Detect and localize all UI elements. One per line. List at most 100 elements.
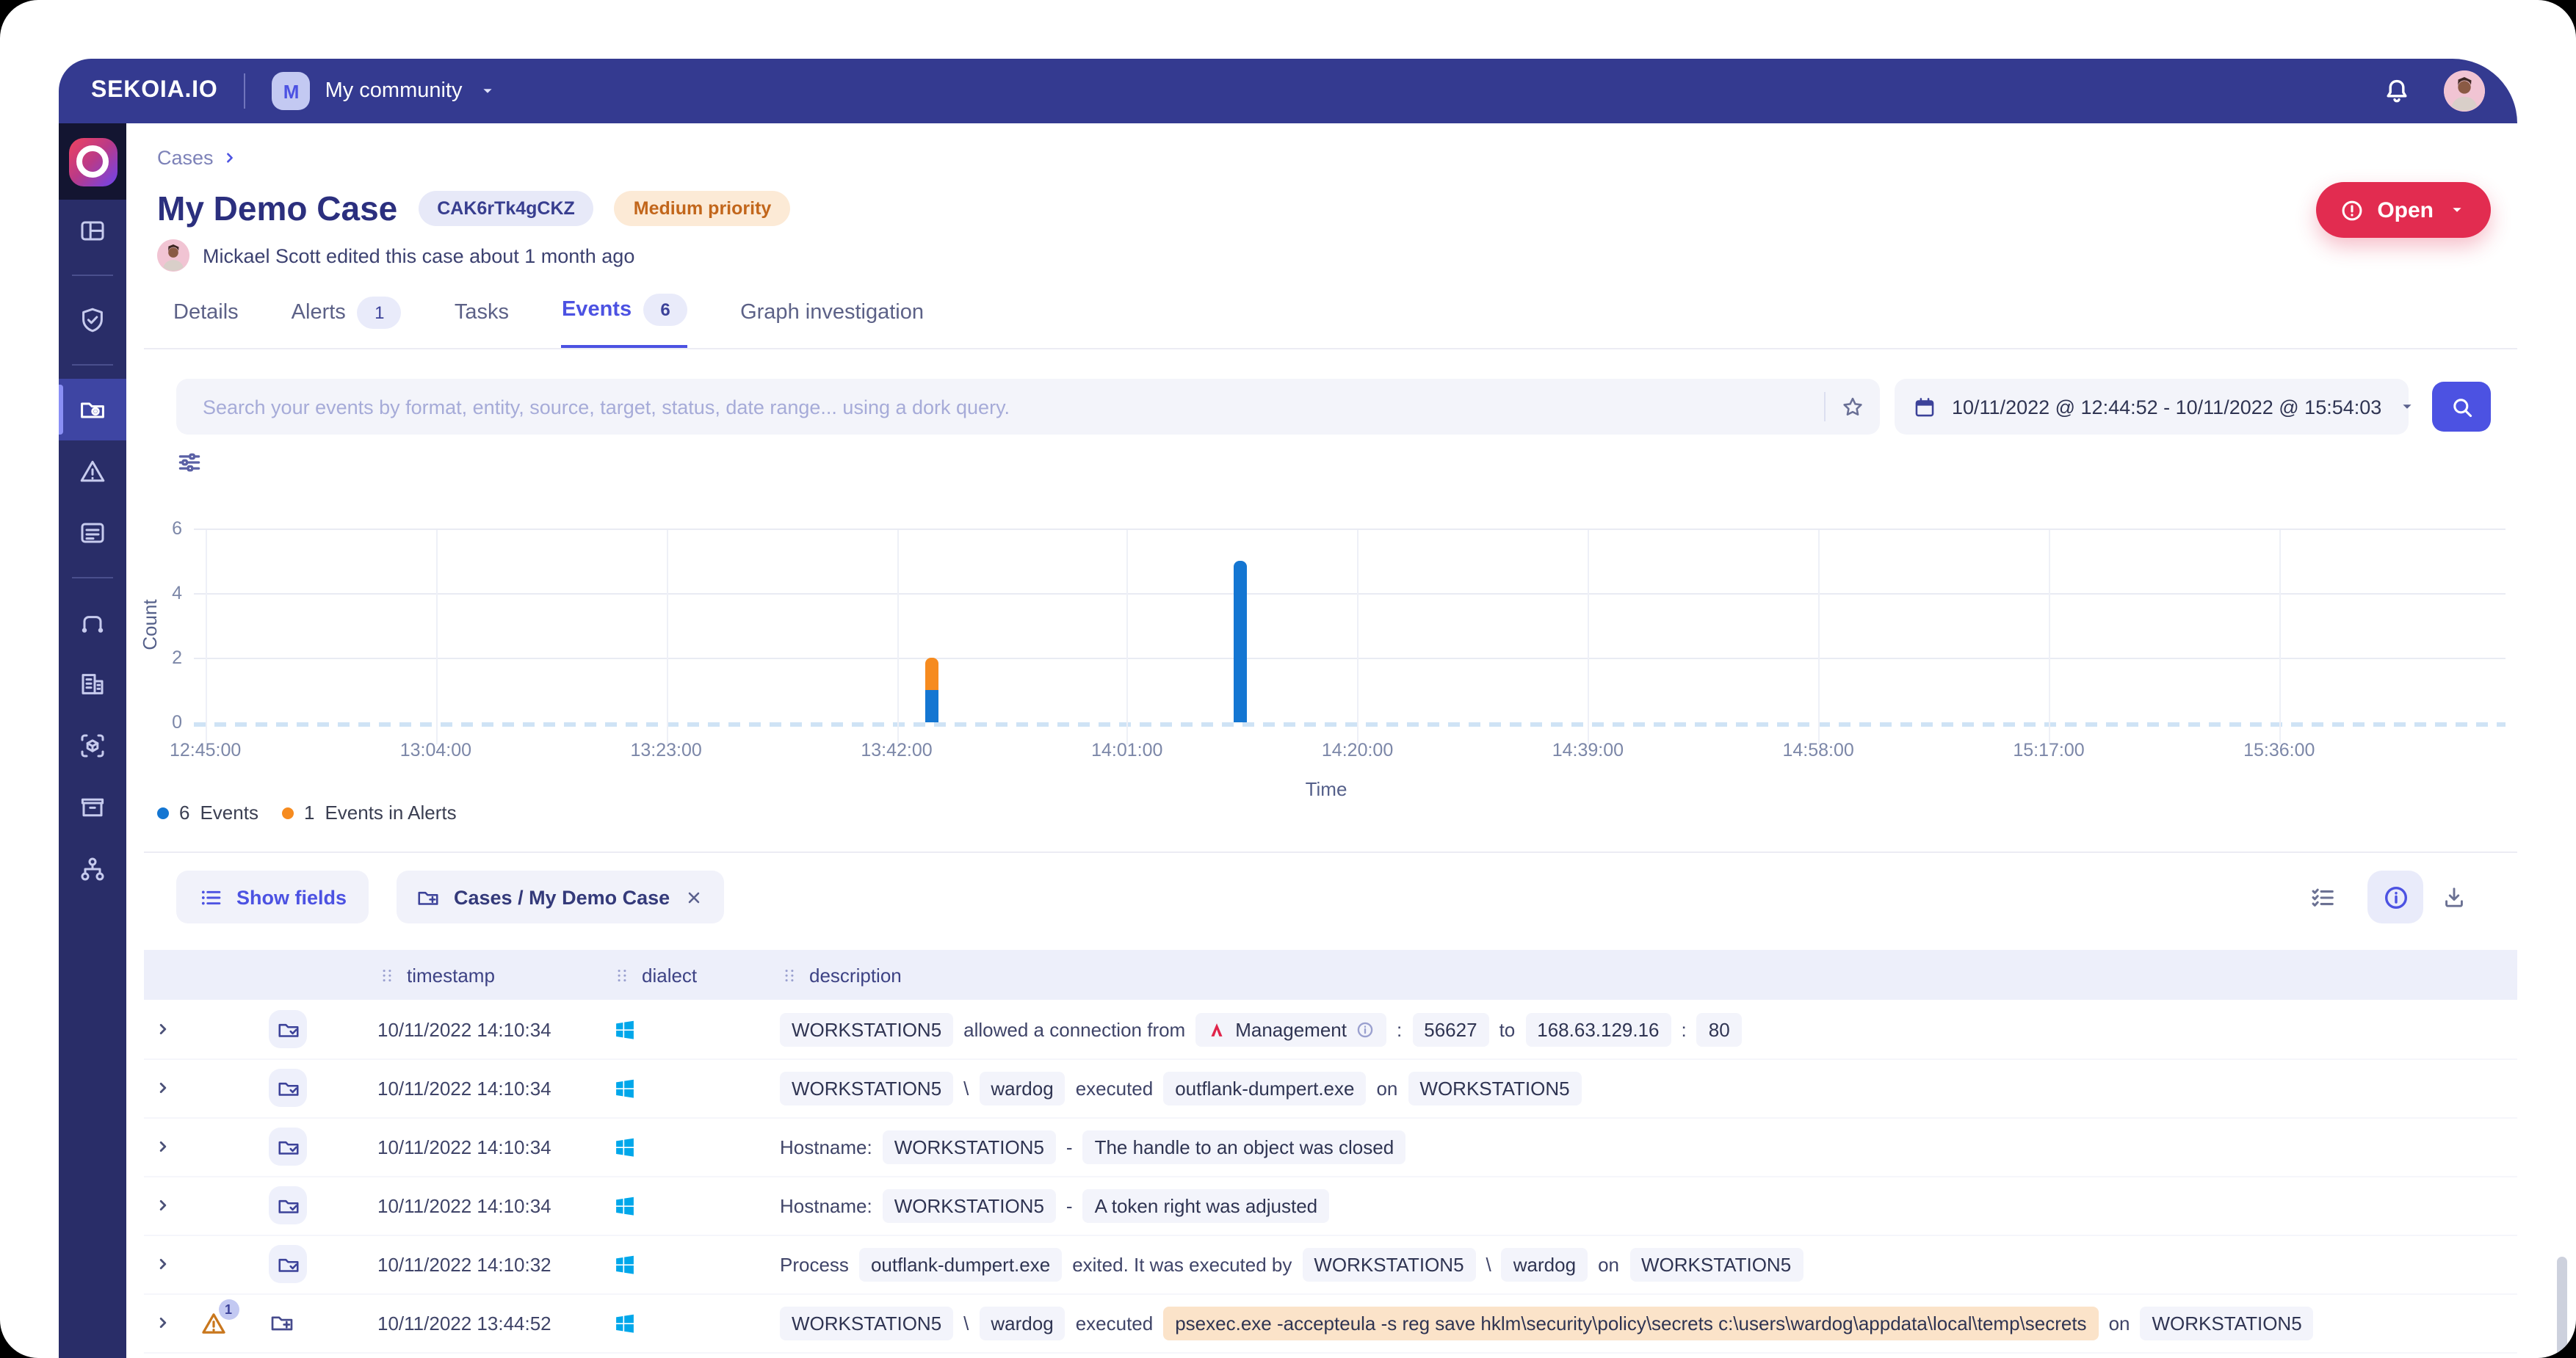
value-chip[interactable]: wardog bbox=[979, 1306, 1065, 1340]
value-chip[interactable]: WORKSTATION5 bbox=[780, 1012, 953, 1046]
chevron-down-icon[interactable] bbox=[477, 81, 498, 101]
drag-handle-icon[interactable] bbox=[780, 965, 799, 984]
sidebar-item-report-document[interactable] bbox=[59, 502, 126, 564]
bar-events[interactable] bbox=[1234, 561, 1247, 722]
expand-row-chevron-icon[interactable] bbox=[153, 1059, 173, 1117]
alert-circle-icon bbox=[2339, 197, 2364, 222]
show-fields-button[interactable]: Show fields bbox=[176, 871, 369, 923]
sidebar-item-intake-pipeline[interactable] bbox=[59, 592, 126, 653]
value-chip[interactable]: 80 bbox=[1697, 1012, 1742, 1046]
value-chip[interactable]: outflank-dumpert.exe bbox=[1163, 1071, 1366, 1105]
tab-details[interactable]: Details bbox=[173, 294, 239, 349]
value-chip[interactable]: WORKSTATION5 bbox=[883, 1130, 1056, 1163]
value-chip[interactable]: 168.63.129.16 bbox=[1525, 1012, 1671, 1046]
table-row[interactable]: 10/11/2022 14:10:34Hostname:WORKSTATION5… bbox=[144, 1176, 2517, 1236]
sidebar-item-organization-building[interactable] bbox=[59, 653, 126, 715]
value-chip[interactable]: wardog bbox=[979, 1071, 1065, 1105]
value-chip[interactable]: wardog bbox=[1502, 1247, 1588, 1281]
legend-entry[interactable]: 1Events in Alerts bbox=[282, 802, 457, 824]
x-tick-label: 14:39:00 bbox=[1522, 740, 1654, 760]
bar-events[interactable] bbox=[925, 690, 938, 722]
topbar-divider bbox=[245, 73, 246, 109]
case-status-open-button[interactable]: Open bbox=[2315, 182, 2491, 238]
tab-tasks[interactable]: Tasks bbox=[455, 294, 509, 349]
value-chip[interactable]: WORKSTATION5 bbox=[1629, 1247, 1803, 1281]
folder-add-icon[interactable] bbox=[269, 1310, 295, 1336]
v-gridline bbox=[1358, 530, 1359, 744]
sidebar-item-observable-box[interactable] bbox=[59, 715, 126, 777]
folder-check-icon[interactable] bbox=[269, 1069, 307, 1107]
highlighted-command-chip[interactable]: psexec.exe -accepteula -s reg save hklm\… bbox=[1163, 1306, 2098, 1340]
value-chip[interactable]: WORKSTATION5 bbox=[883, 1188, 1056, 1222]
x-tick-label: 12:45:00 bbox=[140, 740, 272, 760]
value-chip[interactable]: outflank-dumpert.exe bbox=[859, 1247, 1062, 1281]
value-chip[interactable]: WORKSTATION5 bbox=[1408, 1071, 1581, 1105]
search-input[interactable] bbox=[200, 394, 1824, 419]
favorite-star-icon[interactable] bbox=[1840, 394, 1865, 419]
column-header-timestamp[interactable]: timestamp bbox=[377, 950, 495, 1000]
description-text: allowed a connection from bbox=[963, 1018, 1185, 1040]
value-chip[interactable]: The handle to an object was closed bbox=[1083, 1130, 1406, 1163]
sidebar-logo-block[interactable] bbox=[59, 123, 126, 200]
folder-check-icon[interactable] bbox=[269, 1128, 307, 1166]
info-toggle-button[interactable] bbox=[2367, 871, 2423, 923]
value-chip[interactable]: WORKSTATION5 bbox=[2141, 1306, 2314, 1340]
folder-check-icon[interactable] bbox=[269, 1186, 307, 1224]
folder-check-icon[interactable] bbox=[269, 1245, 307, 1283]
value-chip[interactable]: WORKSTATION5 bbox=[780, 1071, 953, 1105]
sidebar-item-dashboard[interactable] bbox=[59, 200, 126, 261]
sidebar-item-community-graph[interactable] bbox=[59, 838, 126, 900]
info-icon[interactable] bbox=[1356, 1020, 1375, 1039]
select-columns-icon[interactable] bbox=[2309, 884, 2337, 912]
table-row[interactable]: 10/11/2022 14:10:34WORKSTATION5\wardogex… bbox=[144, 1059, 2517, 1119]
value-chip[interactable]: A token right was adjusted bbox=[1083, 1188, 1330, 1222]
tab-alerts[interactable]: Alerts1 bbox=[292, 294, 402, 349]
expand-row-chevron-icon[interactable] bbox=[153, 1235, 173, 1293]
folder-check-icon[interactable] bbox=[269, 1010, 307, 1048]
table-row[interactable]: 110/11/2022 13:44:52WORKSTATION5\wardoge… bbox=[144, 1293, 2517, 1354]
tab-graph-investigation[interactable]: Graph investigation bbox=[740, 294, 924, 349]
close-icon[interactable] bbox=[683, 886, 705, 908]
value-chip[interactable]: 56627 bbox=[1412, 1012, 1488, 1046]
notifications-bell-icon[interactable] bbox=[2382, 76, 2412, 106]
v-gridline bbox=[1127, 530, 1129, 744]
x-tick-label: 15:36:00 bbox=[2213, 740, 2345, 760]
tab-events[interactable]: Events6 bbox=[562, 294, 687, 349]
breadcrumb-cases[interactable]: Cases bbox=[157, 147, 214, 169]
sidebar-item-alert-triangle[interactable] bbox=[59, 440, 126, 502]
drag-handle-icon[interactable] bbox=[612, 965, 632, 984]
user-avatar[interactable] bbox=[2444, 70, 2485, 112]
vertical-scrollbar[interactable] bbox=[2557, 1257, 2567, 1358]
list-icon bbox=[198, 885, 223, 909]
filter-sliders-icon[interactable] bbox=[176, 449, 203, 476]
sidebar-item-archive-box[interactable] bbox=[59, 777, 126, 838]
legend-label: Events bbox=[200, 802, 258, 824]
case-filter-chip[interactable]: Cases / My Demo Case bbox=[397, 871, 724, 923]
y-tick-label: 4 bbox=[147, 583, 182, 603]
expand-row-chevron-icon[interactable] bbox=[153, 1000, 173, 1059]
expand-row-chevron-icon[interactable] bbox=[153, 1176, 173, 1235]
table-row[interactable]: 10/11/2022 14:10:34WORKSTATION5allowed a… bbox=[144, 1000, 2517, 1060]
legend-entry[interactable]: 6Events bbox=[157, 802, 258, 824]
value-chip[interactable]: WORKSTATION5 bbox=[780, 1306, 953, 1340]
date-range-picker[interactable]: 10/11/2022 @ 12:44:52 - 10/11/2022 @ 15:… bbox=[1895, 379, 2409, 435]
value-chip[interactable]: WORKSTATION5 bbox=[1302, 1247, 1475, 1281]
bar-events-in-alerts[interactable] bbox=[925, 658, 938, 690]
table-row[interactable]: 10/11/2022 14:10:34Hostname:WORKSTATION5… bbox=[144, 1117, 2517, 1177]
expand-row-chevron-icon[interactable] bbox=[153, 1293, 173, 1352]
sidebar-item-cases-folder-eye[interactable] bbox=[59, 379, 126, 440]
community-selector[interactable]: My community bbox=[325, 79, 463, 103]
expand-row-chevron-icon[interactable] bbox=[153, 1117, 173, 1176]
column-header-description[interactable]: description bbox=[780, 950, 902, 1000]
drag-handle-icon[interactable] bbox=[377, 965, 397, 984]
events-histogram: Count Time 024612:45:0013:04:0013:23:001… bbox=[144, 517, 2517, 819]
download-icon[interactable] bbox=[2441, 884, 2467, 910]
sidebar-item-shield-check[interactable] bbox=[59, 289, 126, 351]
table-row[interactable]: 10/11/2022 14:10:32Processoutflank-dumpe… bbox=[144, 1235, 2517, 1295]
search-button[interactable] bbox=[2432, 382, 2491, 432]
community-avatar: M bbox=[272, 72, 311, 110]
column-header-dialect[interactable]: dialect bbox=[612, 950, 697, 1000]
alert-warning-icon[interactable]: 1 bbox=[199, 1309, 227, 1337]
breadcrumb[interactable]: Cases bbox=[157, 147, 240, 169]
asset-chip[interactable]: Management bbox=[1195, 1012, 1386, 1046]
